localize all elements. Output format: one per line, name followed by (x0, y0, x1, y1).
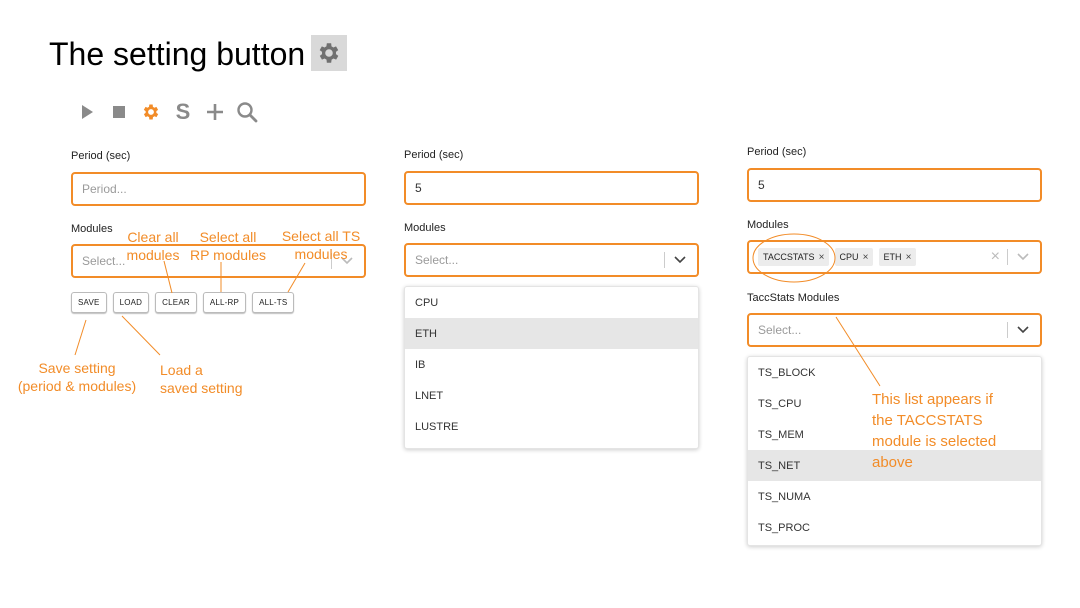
period-label: Period (sec) (747, 146, 807, 158)
clear-button[interactable]: CLEAR (155, 292, 197, 313)
s-icon[interactable]: S (172, 100, 194, 124)
modules-placeholder: Select... (415, 253, 459, 267)
clear-all-icon[interactable]: × (991, 242, 1000, 272)
period-value: 5 (758, 178, 765, 192)
modules-select[interactable]: Select... (404, 243, 699, 277)
chevron-down-icon[interactable] (1006, 242, 1040, 272)
play-icon[interactable] (76, 100, 98, 124)
menu-option-ts-proc[interactable]: TS_PROC (748, 512, 1041, 543)
annotation-save-setting: Save setting (period & modules) (17, 360, 137, 394)
selected-chip-eth: ETH × (878, 248, 916, 266)
period-input[interactable]: 5 (747, 168, 1042, 202)
menu-option-ts-block[interactable]: TS_BLOCK (748, 357, 1041, 388)
modules-dropdown-menu: CPU ETH IB LNET LUSTRE (404, 286, 699, 449)
selected-chip-cpu: CPU × (834, 248, 873, 266)
search-icon[interactable] (236, 100, 258, 124)
plus-icon[interactable] (204, 100, 226, 124)
chevron-down-icon[interactable] (1006, 315, 1040, 345)
annotation-list-note: This list appears if the TACCSTATS modul… (872, 391, 997, 471)
selected-chip-taccstats: TACCSTATS × (758, 248, 829, 266)
settings-button-row: SAVE LOAD CLEAR ALL-RP ALL-TS (71, 292, 295, 313)
period-placeholder: Period... (82, 182, 127, 196)
menu-option-cpu[interactable]: CPU (405, 287, 698, 318)
period-value: 5 (415, 181, 422, 195)
chip-label: ETH (883, 252, 902, 262)
modules-label: Modules (404, 222, 446, 234)
gear-icon (311, 35, 347, 71)
modules-select[interactable]: TACCSTATS × CPU × ETH × × (747, 240, 1042, 274)
load-button[interactable]: LOAD (112, 292, 150, 313)
modules-label: Modules (71, 223, 113, 235)
chip-label: CPU (839, 252, 859, 262)
all-rp-button[interactable]: ALL-RP (202, 292, 247, 313)
page-title: The setting button (49, 36, 306, 72)
annotation-select-ts: Select all TS modules (281, 228, 361, 262)
taccstats-modules-select[interactable]: Select... (747, 313, 1042, 347)
menu-option-lustre[interactable]: LUSTRE (405, 411, 698, 442)
taccstats-placeholder: Select... (758, 323, 802, 337)
menu-option-eth[interactable]: ETH (405, 318, 698, 349)
menu-option-ts-numa[interactable]: TS_NUMA (748, 481, 1041, 512)
period-label: Period (sec) (404, 149, 464, 161)
taccstats-modules-label: TaccStats Modules (747, 292, 840, 304)
stop-icon[interactable] (108, 100, 130, 124)
modules-label: Modules (747, 219, 789, 231)
all-ts-button[interactable]: ALL-TS (252, 292, 295, 313)
period-input[interactable]: 5 (404, 171, 699, 205)
annotation-select-rp: Select all RP modules (189, 229, 266, 263)
remove-chip-icon[interactable]: × (902, 252, 916, 263)
slide: The setting button S Period (sec) Period… (0, 0, 1080, 608)
menu-option-lnet[interactable]: LNET (405, 380, 698, 411)
period-input[interactable]: Period... (71, 172, 366, 206)
remove-chip-icon[interactable]: × (859, 252, 873, 263)
period-label: Period (sec) (71, 150, 131, 162)
chevron-down-icon[interactable] (663, 245, 697, 275)
menu-option-ib[interactable]: IB (405, 349, 698, 380)
save-button[interactable]: SAVE (71, 292, 107, 313)
chip-label: TACCSTATS (763, 252, 815, 262)
gear-icon[interactable] (140, 100, 162, 124)
annotation-clear-all: Clear all modules (126, 229, 180, 263)
remove-chip-icon[interactable]: × (815, 252, 829, 263)
toolbar: S (76, 99, 258, 125)
annotation-load-setting: Load a saved setting (160, 362, 243, 396)
